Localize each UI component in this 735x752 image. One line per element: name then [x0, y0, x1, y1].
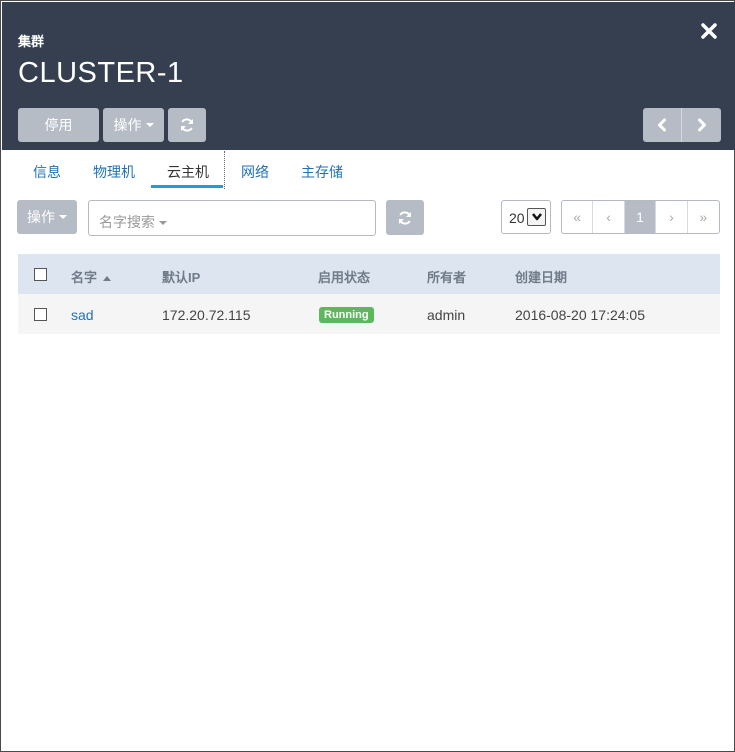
- actions-button-label: 操作: [113, 117, 142, 133]
- table-header-row: 名字 默认IP 启用状态 所有者 创建日期: [18, 254, 720, 294]
- vm-name-link[interactable]: sad: [71, 307, 94, 323]
- panel-header: 集群 CLUSTER-1 停用 操作: [2, 2, 735, 150]
- column-header-name[interactable]: 名字: [71, 267, 112, 286]
- status-badge: Running: [319, 307, 374, 323]
- list-actions-label: 操作: [27, 209, 55, 225]
- column-header-owner[interactable]: 所有者: [427, 267, 466, 286]
- tab-bar: 信息 物理机 云主机 网络 主存储: [2, 151, 735, 191]
- previous-item-button[interactable]: [643, 108, 682, 142]
- first-page-button[interactable]: «: [562, 201, 594, 233]
- cluster-detail-panel: 集群 CLUSTER-1 停用 操作 信息 物理机 云主机 网络 主存储 操作 …: [0, 0, 735, 752]
- pagination: « ‹ 1 › »: [561, 200, 720, 234]
- refresh-button[interactable]: [168, 108, 206, 142]
- page-size-value: 20: [509, 210, 525, 226]
- search-input[interactable]: 名字搜索: [88, 200, 376, 236]
- table-row[interactable]: sad 172.20.72.115 Running admin 2016-08-…: [18, 294, 720, 334]
- column-header-ip[interactable]: 默认IP: [162, 267, 200, 286]
- select-all-checkbox[interactable]: [34, 268, 47, 281]
- column-header-created[interactable]: 创建日期: [515, 267, 567, 286]
- active-tab-indicator: [151, 185, 223, 188]
- caret-down-icon: [59, 215, 67, 219]
- vm-created-date: 2016-08-20 17:24:05: [515, 307, 645, 323]
- page-number-button[interactable]: 1: [624, 201, 657, 233]
- vm-ip: 172.20.72.115: [162, 307, 251, 323]
- tab-primary-storage[interactable]: 主存储: [301, 162, 343, 182]
- previous-page-button[interactable]: ‹: [593, 201, 625, 233]
- close-icon[interactable]: [698, 20, 720, 42]
- tab-info[interactable]: 信息: [33, 162, 61, 182]
- sort-ascending-icon: [103, 276, 112, 282]
- resource-type-label: 集群: [18, 34, 45, 49]
- page-title: CLUSTER-1: [18, 57, 184, 89]
- chevron-down-icon: [527, 208, 546, 226]
- disable-button[interactable]: 停用: [18, 108, 99, 142]
- chevron-left-icon: [658, 118, 666, 132]
- actions-dropdown-button[interactable]: 操作: [103, 108, 164, 142]
- tab-networks[interactable]: 网络: [241, 162, 269, 182]
- list-actions-dropdown-button[interactable]: 操作: [17, 200, 77, 234]
- tab-focus-divider: [224, 151, 225, 189]
- next-item-button[interactable]: [682, 108, 721, 142]
- column-header-status[interactable]: 启用状态: [318, 267, 370, 286]
- refresh-icon: [399, 210, 411, 225]
- tab-vm-instances[interactable]: 云主机: [167, 162, 209, 182]
- refresh-icon: [181, 118, 193, 132]
- tab-hosts[interactable]: 物理机: [93, 162, 135, 182]
- prev-next-group: [643, 108, 721, 142]
- search-placeholder: 名字搜索: [99, 212, 167, 232]
- vm-table: 名字 默认IP 启用状态 所有者 创建日期 sad 172.20.72.115 …: [18, 254, 720, 334]
- next-page-button[interactable]: ›: [656, 201, 688, 233]
- chevron-right-icon: [697, 118, 706, 132]
- caret-down-icon: [145, 123, 154, 127]
- refresh-list-button[interactable]: [386, 200, 424, 235]
- last-page-button[interactable]: »: [688, 201, 719, 233]
- page-size-select[interactable]: 20: [501, 200, 551, 234]
- row-checkbox[interactable]: [34, 308, 47, 321]
- vm-owner: admin: [427, 307, 466, 323]
